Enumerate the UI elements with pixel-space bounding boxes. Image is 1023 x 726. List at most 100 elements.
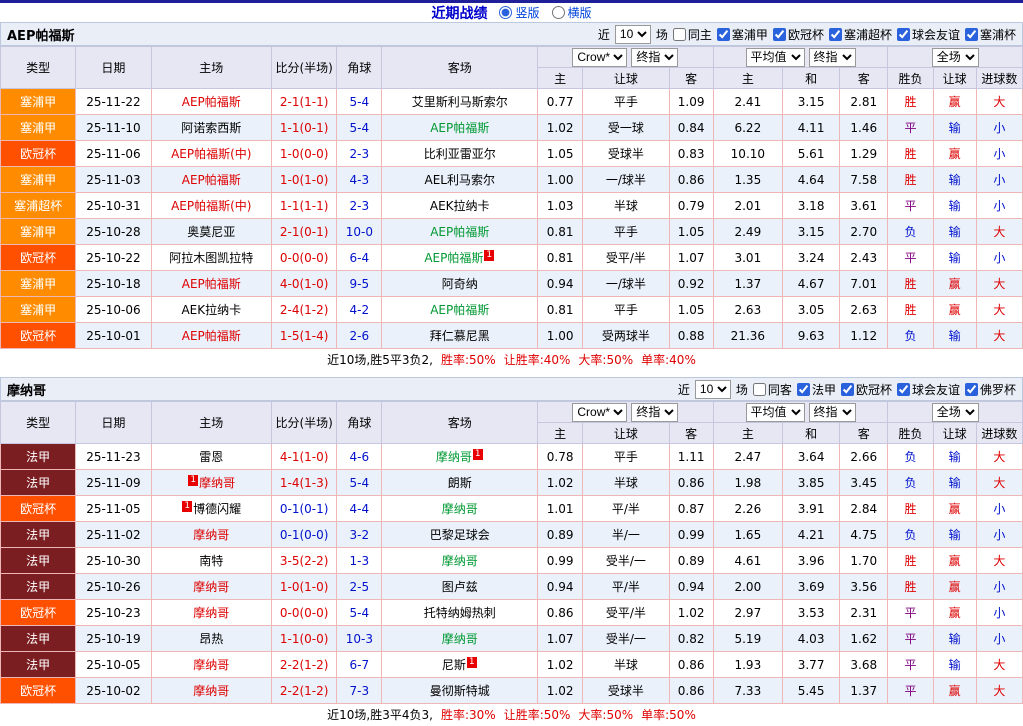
avg-stage-select[interactable]: 终指 bbox=[809, 48, 856, 67]
team-name[interactable]: 拜仁慕尼黑 bbox=[430, 329, 490, 343]
league-checkbox[interactable] bbox=[965, 28, 978, 41]
league-cell: 欧冠杯 bbox=[1, 600, 76, 626]
team-name[interactable]: AEK拉纳卡 bbox=[181, 303, 241, 317]
league-filter[interactable]: 球会友谊 bbox=[897, 26, 960, 43]
same-venue-filter[interactable]: 同主 bbox=[673, 26, 712, 43]
same-venue-checkbox[interactable] bbox=[753, 383, 766, 396]
team-name[interactable]: 摩纳哥 bbox=[193, 580, 229, 594]
team-name[interactable]: AEP帕福斯 bbox=[182, 95, 241, 109]
col-avg-away: 客 bbox=[840, 423, 888, 444]
same-venue-filter[interactable]: 同客 bbox=[753, 381, 792, 398]
avg-cell: 4.61 bbox=[713, 548, 782, 574]
team-name[interactable]: 南特 bbox=[199, 554, 223, 568]
horizontal-layout-radio[interactable] bbox=[552, 6, 565, 19]
team-name[interactable]: 摩纳哥 bbox=[442, 502, 478, 516]
team-name[interactable]: 托特纳姆热刺 bbox=[424, 606, 496, 620]
team-name[interactable]: 摩纳哥 bbox=[193, 606, 229, 620]
team-name[interactable]: 雷恩 bbox=[199, 450, 223, 464]
league-filter[interactable]: 塞浦杯 bbox=[965, 26, 1016, 43]
team-name[interactable]: 博德闪耀 bbox=[193, 502, 241, 516]
scope-select[interactable]: 全场 bbox=[932, 403, 979, 422]
section-team-name: 摩纳哥 bbox=[7, 380, 46, 399]
team-name[interactable]: AEL利马索尔 bbox=[424, 173, 494, 187]
team-name[interactable]: 艾里斯利马斯索尔 bbox=[412, 95, 508, 109]
away-team-cell: 阿奇纳 bbox=[382, 271, 538, 297]
team-name[interactable]: 摩纳哥 bbox=[436, 450, 472, 464]
odds-cell: 平手 bbox=[583, 219, 669, 245]
league-checkbox[interactable] bbox=[773, 28, 786, 41]
team-name[interactable]: 摩纳哥 bbox=[193, 684, 229, 698]
league-filter[interactable]: 欧冠杯 bbox=[841, 381, 892, 398]
league-checkbox[interactable] bbox=[717, 28, 730, 41]
odds-company-select[interactable]: Crow* bbox=[572, 403, 627, 422]
avg-cell: 2.49 bbox=[713, 219, 782, 245]
team-name[interactable]: 曼彻斯特城 bbox=[430, 684, 490, 698]
team-name[interactable]: 朗斯 bbox=[448, 476, 472, 490]
odds-stage-select[interactable]: 终指 bbox=[631, 403, 678, 422]
team-name[interactable]: AEP帕福斯 bbox=[182, 329, 241, 343]
league-filter[interactable]: 法甲 bbox=[797, 381, 836, 398]
team-name[interactable]: AEP帕福斯 bbox=[430, 121, 489, 135]
team-name[interactable]: 摩纳哥 bbox=[193, 658, 229, 672]
league-checkbox[interactable] bbox=[965, 383, 978, 396]
league-filter[interactable]: 塞浦甲 bbox=[717, 26, 768, 43]
recent-count-select[interactable]: 10 bbox=[615, 25, 651, 44]
league-checkbox[interactable] bbox=[829, 28, 842, 41]
avg-cell: 4.21 bbox=[782, 522, 839, 548]
odds-cell: 平手 bbox=[583, 444, 669, 470]
score-cell: 0-0(0-0) bbox=[272, 245, 337, 271]
avg-stage-select[interactable]: 终指 bbox=[809, 403, 856, 422]
league-checkbox[interactable] bbox=[897, 383, 910, 396]
col-odds-away: 客 bbox=[669, 423, 713, 444]
team-name[interactable]: 昂热 bbox=[199, 632, 223, 646]
col-away: 客场 bbox=[382, 402, 538, 444]
home-team-cell: 雷恩 bbox=[151, 444, 271, 470]
team-name[interactable]: 阿诺索西斯 bbox=[181, 121, 241, 135]
avg-source-select[interactable]: 平均值 bbox=[746, 403, 805, 422]
team-name[interactable]: AEP帕福斯 bbox=[430, 303, 489, 317]
recent-count-select[interactable]: 10 bbox=[695, 380, 731, 399]
col-result: 胜负 bbox=[888, 68, 933, 89]
team-name[interactable]: AEP帕福斯 bbox=[182, 173, 241, 187]
league-filter[interactable]: 塞浦超杯 bbox=[829, 26, 892, 43]
same-venue-checkbox[interactable] bbox=[673, 28, 686, 41]
team-name[interactable]: 阿拉木图凯拉特 bbox=[169, 251, 253, 265]
team-name[interactable]: AEK拉纳卡 bbox=[430, 199, 490, 213]
team-name[interactable]: AEP帕福斯 bbox=[182, 277, 241, 291]
vertical-layout-label: 竖版 bbox=[515, 4, 539, 21]
team-name[interactable]: 尼斯 bbox=[442, 658, 466, 672]
team-name[interactable]: AEP帕福斯 bbox=[424, 251, 483, 265]
handicap-cell: 赢 bbox=[933, 496, 976, 522]
team-name[interactable]: 摩纳哥 bbox=[199, 476, 235, 490]
team-name[interactable]: 巴黎足球会 bbox=[430, 528, 490, 542]
team-name[interactable]: AEP帕福斯(中) bbox=[171, 147, 251, 161]
odds-company-select[interactable]: Crow* bbox=[572, 48, 627, 67]
vertical-layout-radio[interactable] bbox=[499, 6, 512, 19]
league-checkbox[interactable] bbox=[841, 383, 854, 396]
odds-stage-select[interactable]: 终指 bbox=[631, 48, 678, 67]
match-row: 欧冠杯25-10-02摩纳哥2-2(1-2)7-3曼彻斯特城1.02受球半0.8… bbox=[1, 678, 1023, 704]
date-cell: 25-11-06 bbox=[76, 141, 151, 167]
scope-select[interactable]: 全场 bbox=[932, 48, 979, 67]
league-checkbox[interactable] bbox=[897, 28, 910, 41]
layout-option-horizontal[interactable]: 横版 bbox=[552, 4, 592, 21]
team-name[interactable]: 奥莫尼亚 bbox=[187, 225, 235, 239]
team-name[interactable]: 摩纳哥 bbox=[442, 554, 478, 568]
team-name[interactable]: AEP帕福斯(中) bbox=[171, 199, 251, 213]
league-filter[interactable]: 球会友谊 bbox=[897, 381, 960, 398]
result-cell: 胜 bbox=[888, 574, 933, 600]
score-cell: 1-0(1-0) bbox=[272, 167, 337, 193]
team-name[interactable]: 比利亚雷亚尔 bbox=[424, 147, 496, 161]
team-name[interactable]: 图卢兹 bbox=[442, 580, 478, 594]
date-cell: 25-11-23 bbox=[76, 444, 151, 470]
team-name[interactable]: 阿奇纳 bbox=[442, 277, 478, 291]
league-checkbox[interactable] bbox=[797, 383, 810, 396]
league-filter[interactable]: 欧冠杯 bbox=[773, 26, 824, 43]
league-filter[interactable]: 佛罗杯 bbox=[965, 381, 1016, 398]
layout-option-vertical[interactable]: 竖版 bbox=[499, 4, 539, 21]
team-name[interactable]: 摩纳哥 bbox=[442, 632, 478, 646]
team-name[interactable]: 摩纳哥 bbox=[193, 528, 229, 542]
team-name[interactable]: AEP帕福斯 bbox=[430, 225, 489, 239]
avg-source-select[interactable]: 平均值 bbox=[746, 48, 805, 67]
goals-cell: 大 bbox=[976, 297, 1022, 323]
